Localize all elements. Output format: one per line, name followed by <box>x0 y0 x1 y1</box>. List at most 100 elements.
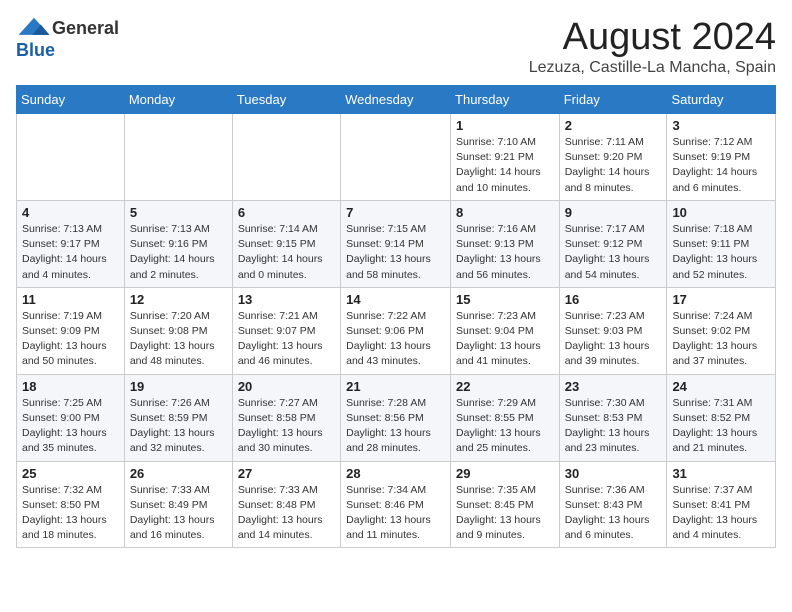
calendar-week-3: 11 Sunrise: 7:19 AM Sunset: 9:09 PM Dayli… <box>17 287 776 374</box>
day-info: Sunrise: 7:33 AM Sunset: 8:49 PM Dayligh… <box>130 483 227 544</box>
day-number: 16 <box>565 292 662 307</box>
day-info: Sunrise: 7:16 AM Sunset: 9:13 PM Dayligh… <box>456 222 554 283</box>
day-number: 21 <box>346 379 445 394</box>
table-row: 8 Sunrise: 7:16 AM Sunset: 9:13 PM Daylig… <box>451 200 560 287</box>
day-number: 4 <box>22 205 119 220</box>
day-info: Sunrise: 7:15 AM Sunset: 9:14 PM Dayligh… <box>346 222 445 283</box>
calendar-header-row: Sunday Monday Tuesday Wednesday Thursday… <box>17 86 776 114</box>
table-row: 13 Sunrise: 7:21 AM Sunset: 9:07 PM Dayli… <box>232 287 340 374</box>
table-row: 15 Sunrise: 7:23 AM Sunset: 9:04 PM Dayli… <box>451 287 560 374</box>
day-number: 11 <box>22 292 119 307</box>
table-row: 3Sunrise: 7:12 AM Sunset: 9:19 PM Daylig… <box>667 114 776 201</box>
day-info: Sunrise: 7:12 AM Sunset: 9:19 PM Dayligh… <box>672 135 770 196</box>
table-row: 22Sunrise: 7:29 AM Sunset: 8:55 PM Dayli… <box>451 374 560 461</box>
table-row: 26 Sunrise: 7:33 AM Sunset: 8:49 PM Dayli… <box>124 461 232 548</box>
day-number: 7 <box>346 205 445 220</box>
day-info: Sunrise: 7:19 AM Sunset: 9:09 PM Dayligh… <box>22 309 119 370</box>
location-title: Lezuza, Castille-La Mancha, Spain <box>529 59 776 77</box>
col-saturday: Saturday <box>667 86 776 114</box>
day-number: 12 <box>130 292 227 307</box>
table-row: 24 Sunrise: 7:31 AM Sunset: 8:52 PM Dayli… <box>667 374 776 461</box>
table-row: 11 Sunrise: 7:19 AM Sunset: 9:09 PM Dayli… <box>17 287 125 374</box>
day-info: Sunrise: 7:10 AM Sunset: 9:21 PM Dayligh… <box>456 135 554 196</box>
day-number: 30 <box>565 466 662 481</box>
day-info: Sunrise: 7:17 AM Sunset: 9:12 PM Dayligh… <box>565 222 662 283</box>
day-number: 14 <box>346 292 445 307</box>
table-row: 2 Sunrise: 7:11 AM Sunset: 9:20 PM Daylig… <box>559 114 667 201</box>
table-row: 18 Sunrise: 7:25 AM Sunset: 9:00 PM Dayli… <box>17 374 125 461</box>
month-title: August 2024 <box>529 16 776 59</box>
calendar-week-4: 18 Sunrise: 7:25 AM Sunset: 9:00 PM Dayli… <box>17 374 776 461</box>
table-row: 29 Sunrise: 7:35 AM Sunset: 8:45 PM Dayli… <box>451 461 560 548</box>
day-number: 5 <box>130 205 227 220</box>
day-info: Sunrise: 7:25 AM Sunset: 9:00 PM Dayligh… <box>22 396 119 457</box>
day-info: Sunrise: 7:36 AM Sunset: 8:43 PM Dayligh… <box>565 483 662 544</box>
day-info: Sunrise: 7:37 AM Sunset: 8:41 PM Dayligh… <box>672 483 770 544</box>
day-info: Sunrise: 7:24 AM Sunset: 9:02 PM Dayligh… <box>672 309 770 370</box>
day-number: 2 <box>565 118 662 133</box>
day-number: 9 <box>565 205 662 220</box>
logo-icon <box>16 16 52 40</box>
day-number: 1 <box>456 118 554 133</box>
day-info: Sunrise: 7:35 AM Sunset: 8:45 PM Dayligh… <box>456 483 554 544</box>
table-row: 1 Sunrise: 7:10 AM Sunset: 9:21 PM Daylig… <box>451 114 560 201</box>
table-row <box>341 114 451 201</box>
col-wednesday: Wednesday <box>341 86 451 114</box>
table-row: 19Sunrise: 7:26 AM Sunset: 8:59 PM Dayli… <box>124 374 232 461</box>
table-row: 17 Sunrise: 7:24 AM Sunset: 9:02 PM Dayli… <box>667 287 776 374</box>
day-number: 22 <box>456 379 554 394</box>
table-row: 14Sunrise: 7:22 AM Sunset: 9:06 PM Dayli… <box>341 287 451 374</box>
table-row <box>124 114 232 201</box>
day-number: 10 <box>672 205 770 220</box>
day-info: Sunrise: 7:31 AM Sunset: 8:52 PM Dayligh… <box>672 396 770 457</box>
day-info: Sunrise: 7:21 AM Sunset: 9:07 PM Dayligh… <box>238 309 335 370</box>
calendar-week-2: 4 Sunrise: 7:13 AM Sunset: 9:17 PM Daylig… <box>17 200 776 287</box>
day-info: Sunrise: 7:32 AM Sunset: 8:50 PM Dayligh… <box>22 483 119 544</box>
page-header: General Blue August 2024 Lezuza, Castill… <box>16 16 776 77</box>
day-number: 31 <box>672 466 770 481</box>
col-thursday: Thursday <box>451 86 560 114</box>
table-row: 5 Sunrise: 7:13 AM Sunset: 9:16 PM Daylig… <box>124 200 232 287</box>
day-number: 24 <box>672 379 770 394</box>
calendar-week-5: 25Sunrise: 7:32 AM Sunset: 8:50 PM Dayli… <box>17 461 776 548</box>
day-info: Sunrise: 7:27 AM Sunset: 8:58 PM Dayligh… <box>238 396 335 457</box>
day-number: 28 <box>346 466 445 481</box>
calendar-table: Sunday Monday Tuesday Wednesday Thursday… <box>16 85 776 548</box>
col-sunday: Sunday <box>17 86 125 114</box>
day-info: Sunrise: 7:23 AM Sunset: 9:04 PM Dayligh… <box>456 309 554 370</box>
day-info: Sunrise: 7:13 AM Sunset: 9:16 PM Dayligh… <box>130 222 227 283</box>
table-row: 7 Sunrise: 7:15 AM Sunset: 9:14 PM Daylig… <box>341 200 451 287</box>
logo-general-text: General <box>52 18 119 39</box>
day-number: 17 <box>672 292 770 307</box>
day-info: Sunrise: 7:11 AM Sunset: 9:20 PM Dayligh… <box>565 135 662 196</box>
day-number: 8 <box>456 205 554 220</box>
calendar-week-1: 1 Sunrise: 7:10 AM Sunset: 9:21 PM Daylig… <box>17 114 776 201</box>
table-row: 23Sunrise: 7:30 AM Sunset: 8:53 PM Dayli… <box>559 374 667 461</box>
day-info: Sunrise: 7:14 AM Sunset: 9:15 PM Dayligh… <box>238 222 335 283</box>
table-row: 4 Sunrise: 7:13 AM Sunset: 9:17 PM Daylig… <box>17 200 125 287</box>
table-row: 25Sunrise: 7:32 AM Sunset: 8:50 PM Dayli… <box>17 461 125 548</box>
table-row: 21 Sunrise: 7:28 AM Sunset: 8:56 PM Dayli… <box>341 374 451 461</box>
day-info: Sunrise: 7:28 AM Sunset: 8:56 PM Dayligh… <box>346 396 445 457</box>
day-info: Sunrise: 7:33 AM Sunset: 8:48 PM Dayligh… <box>238 483 335 544</box>
table-row <box>17 114 125 201</box>
day-info: Sunrise: 7:30 AM Sunset: 8:53 PM Dayligh… <box>565 396 662 457</box>
day-number: 13 <box>238 292 335 307</box>
day-number: 27 <box>238 466 335 481</box>
day-number: 15 <box>456 292 554 307</box>
col-friday: Friday <box>559 86 667 114</box>
day-info: Sunrise: 7:26 AM Sunset: 8:59 PM Dayligh… <box>130 396 227 457</box>
day-info: Sunrise: 7:13 AM Sunset: 9:17 PM Dayligh… <box>22 222 119 283</box>
col-tuesday: Tuesday <box>232 86 340 114</box>
table-row: 10Sunrise: 7:18 AM Sunset: 9:11 PM Dayli… <box>667 200 776 287</box>
day-number: 26 <box>130 466 227 481</box>
table-row: 20 Sunrise: 7:27 AM Sunset: 8:58 PM Dayli… <box>232 374 340 461</box>
table-row: 31 Sunrise: 7:37 AM Sunset: 8:41 PM Dayli… <box>667 461 776 548</box>
table-row: 27 Sunrise: 7:33 AM Sunset: 8:48 PM Dayli… <box>232 461 340 548</box>
day-number: 29 <box>456 466 554 481</box>
logo: General Blue <box>16 16 119 61</box>
table-row: 16Sunrise: 7:23 AM Sunset: 9:03 PM Dayli… <box>559 287 667 374</box>
table-row: 9 Sunrise: 7:17 AM Sunset: 9:12 PM Daylig… <box>559 200 667 287</box>
day-number: 18 <box>22 379 119 394</box>
day-number: 20 <box>238 379 335 394</box>
